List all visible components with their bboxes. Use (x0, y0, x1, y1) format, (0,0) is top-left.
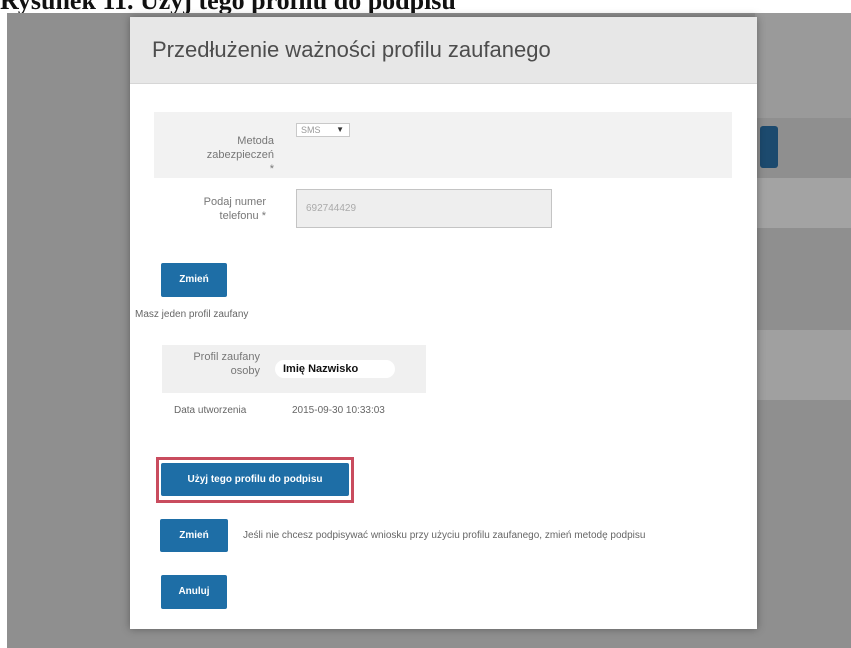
security-method-select[interactable]: SMS ▼ (296, 123, 350, 137)
change-method-button[interactable]: Zmień (160, 519, 228, 552)
cancel-button[interactable]: Anuluj (161, 575, 227, 609)
profile-owner-label-line: Profil zaufany (193, 351, 260, 363)
background-panel (755, 330, 851, 400)
profile-owner-label-line: osoby (230, 365, 260, 377)
use-profile-button[interactable]: Użyj tego profilu do podpisu (161, 463, 349, 496)
creation-date-value: 2015-09-30 10:33:03 (292, 405, 385, 416)
phone-label-line: telefonu * (219, 210, 266, 222)
profile-count-text: Masz jeden profil zaufany (135, 309, 249, 320)
background-panel (755, 13, 851, 118)
creation-date-label: Data utworzenia (174, 405, 247, 416)
profile-owner-label: Profil zaufany osoby (170, 350, 260, 378)
phone-input[interactable]: 692744429 (296, 189, 552, 228)
profile-owner-name: Imię Nazwisko (275, 360, 395, 378)
modal-header: Przedłużenie ważności profilu zaufanego (130, 17, 757, 84)
background-button (760, 126, 778, 168)
security-method-label-line: zabezpieczeń * (206, 149, 274, 175)
security-method-value: SMS (301, 125, 321, 135)
change-phone-button[interactable]: Zmień (161, 263, 227, 297)
modal-title: Przedłużenie ważności profilu zaufanego (152, 37, 551, 62)
modal-dialog: Przedłużenie ważności profilu zaufanego … (130, 17, 757, 629)
phone-label: Podaj numer telefonu * (186, 195, 266, 223)
chevron-down-icon: ▼ (336, 125, 344, 134)
security-method-label-line: Metoda (237, 135, 274, 147)
background-panel (755, 178, 851, 228)
change-method-hint: Jeśli nie chcesz podpisywać wniosku przy… (243, 530, 646, 541)
phone-label-line: Podaj numer (203, 196, 266, 208)
security-method-label: Metoda zabezpieczeń * (200, 134, 274, 176)
